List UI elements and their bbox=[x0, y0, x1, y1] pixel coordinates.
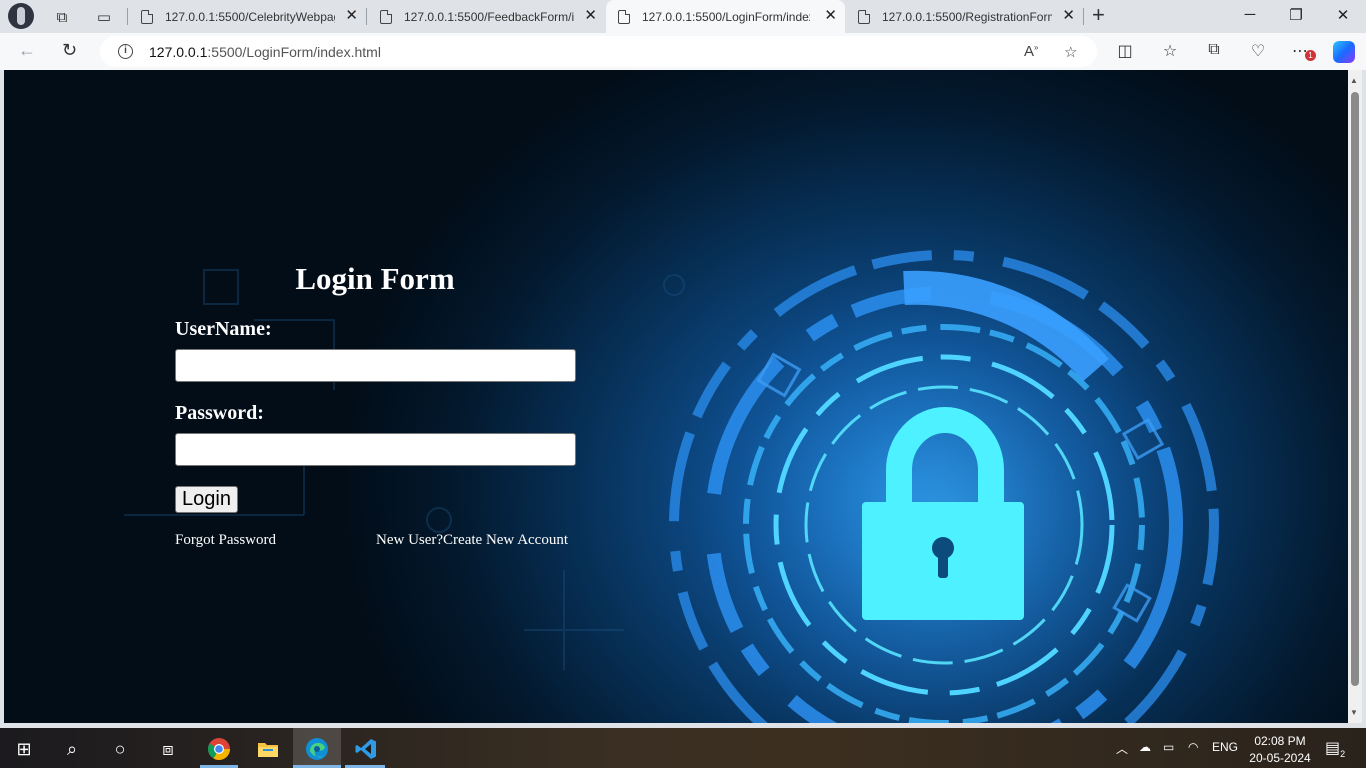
browser-essentials-icon[interactable]: ♡ bbox=[1247, 41, 1269, 61]
file-explorer-icon[interactable] bbox=[256, 737, 280, 761]
page-icon bbox=[618, 9, 630, 24]
taskbar-clock[interactable]: 02:08 PM 20-05-2024 bbox=[1240, 733, 1320, 767]
window-close-icon[interactable]: ✕ bbox=[1333, 6, 1353, 24]
tab-login[interactable]: 127.0.0.1:5500/LoginForm/index. ✕ bbox=[606, 0, 845, 33]
tab-title: 127.0.0.1:5500/RegistrationForm/ bbox=[882, 9, 1052, 24]
profile-avatar[interactable] bbox=[8, 3, 34, 29]
vscode-icon[interactable] bbox=[354, 737, 378, 761]
close-icon[interactable]: ✕ bbox=[584, 8, 597, 23]
url-path: :5500/LoginForm/index.html bbox=[207, 44, 381, 60]
close-icon[interactable]: ✕ bbox=[824, 8, 837, 23]
page-icon bbox=[141, 9, 153, 24]
page-icon bbox=[380, 9, 392, 24]
task-view-icon[interactable]: ⧈ bbox=[156, 737, 180, 761]
scroll-up-icon[interactable]: ▲ bbox=[1350, 76, 1358, 85]
favorite-star-icon[interactable]: ☆ bbox=[1064, 43, 1077, 61]
scroll-down-icon[interactable]: ▼ bbox=[1350, 708, 1358, 717]
search-icon[interactable]: ⌕ bbox=[60, 737, 84, 761]
reload-icon[interactable]: ↻ bbox=[62, 40, 77, 61]
tab-title: 127.0.0.1:5500/FeedbackForm/in bbox=[404, 9, 574, 24]
page-viewport: Login Form UserName: Password: Login For… bbox=[4, 70, 1348, 723]
back-icon[interactable]: ← bbox=[18, 40, 36, 61]
menu-badge: 1 bbox=[1305, 50, 1316, 61]
tab-divider bbox=[127, 8, 128, 25]
forgot-password-link[interactable]: Forgot Password bbox=[175, 532, 276, 549]
chevron-up-icon[interactable]: ︿ bbox=[1116, 740, 1128, 757]
restore-icon[interactable]: ❐ bbox=[1286, 6, 1306, 24]
create-account-link[interactable]: New User?Create New Account bbox=[376, 532, 568, 549]
read-aloud-icon[interactable]: A» bbox=[1024, 43, 1038, 60]
favorites-icon[interactable]: ☆ bbox=[1159, 41, 1181, 61]
minimize-icon[interactable]: ─ bbox=[1240, 6, 1260, 23]
copilot-icon[interactable] bbox=[1333, 41, 1355, 63]
close-icon[interactable]: ✕ bbox=[345, 8, 358, 23]
notification-count: 2 bbox=[1340, 749, 1346, 760]
language-indicator[interactable]: ENG bbox=[1212, 740, 1238, 754]
username-input[interactable] bbox=[175, 349, 576, 382]
tab-title: 127.0.0.1:5500/CelebrityWebpage bbox=[165, 9, 335, 24]
cyber-lock-background bbox=[124, 250, 1219, 723]
page-icon bbox=[858, 9, 870, 24]
tab-strip: ⧉ ▭ 127.0.0.1:5500/CelebrityWebpage ✕ 12… bbox=[0, 0, 1366, 33]
tab-actions-icon[interactable]: ▭ bbox=[93, 6, 115, 28]
url-text[interactable]: 127.0.0.1:5500/LoginForm/index.html bbox=[149, 44, 381, 60]
new-tab-button[interactable]: + bbox=[1092, 4, 1105, 26]
collections-icon[interactable]: ⧉ bbox=[1203, 41, 1225, 59]
windows-start-icon[interactable]: ⊞ bbox=[12, 737, 36, 761]
tab-registration[interactable]: 127.0.0.1:5500/RegistrationForm/ ✕ bbox=[846, 0, 1083, 33]
scroll-thumb[interactable] bbox=[1351, 92, 1359, 686]
tab-divider bbox=[366, 8, 367, 25]
windows-taskbar bbox=[0, 728, 1366, 768]
login-form-title: Login Form bbox=[295, 261, 455, 296]
page-scrollbar[interactable]: ▲ ▼ bbox=[1348, 70, 1362, 723]
onedrive-icon[interactable]: ☁ bbox=[1139, 740, 1151, 754]
tab-title: 127.0.0.1:5500/LoginForm/index. bbox=[642, 9, 810, 24]
username-label: UserName: bbox=[175, 318, 272, 340]
workspaces-icon[interactable]: ⧉ bbox=[51, 6, 73, 28]
battery-icon[interactable]: ▭ bbox=[1163, 740, 1174, 754]
login-button[interactable]: Login bbox=[175, 486, 238, 513]
site-info-icon[interactable]: i bbox=[118, 44, 133, 59]
split-screen-icon[interactable]: ◫ bbox=[1114, 41, 1136, 61]
close-icon[interactable]: ✕ bbox=[1062, 8, 1075, 23]
notifications-icon[interactable]: ▤2 bbox=[1325, 738, 1345, 759]
clock-time: 02:08 PM bbox=[1254, 734, 1306, 748]
password-input[interactable] bbox=[175, 433, 576, 466]
address-bar[interactable]: i 127.0.0.1:5500/LoginForm/index.html A»… bbox=[100, 36, 1097, 67]
edge-icon[interactable] bbox=[305, 737, 329, 761]
tab-feedback[interactable]: 127.0.0.1:5500/FeedbackForm/in ✕ bbox=[368, 0, 605, 33]
wifi-icon[interactable]: ◠ bbox=[1188, 740, 1198, 754]
tab-divider bbox=[1083, 8, 1084, 25]
cortana-icon[interactable]: ○ bbox=[108, 737, 132, 761]
password-label: Password: bbox=[175, 402, 264, 424]
tab-celebrity[interactable]: 127.0.0.1:5500/CelebrityWebpage ✕ bbox=[129, 0, 366, 33]
url-host: 127.0.0.1 bbox=[149, 44, 208, 60]
clock-date: 20-05-2024 bbox=[1249, 751, 1311, 765]
chrome-icon[interactable] bbox=[207, 737, 231, 761]
